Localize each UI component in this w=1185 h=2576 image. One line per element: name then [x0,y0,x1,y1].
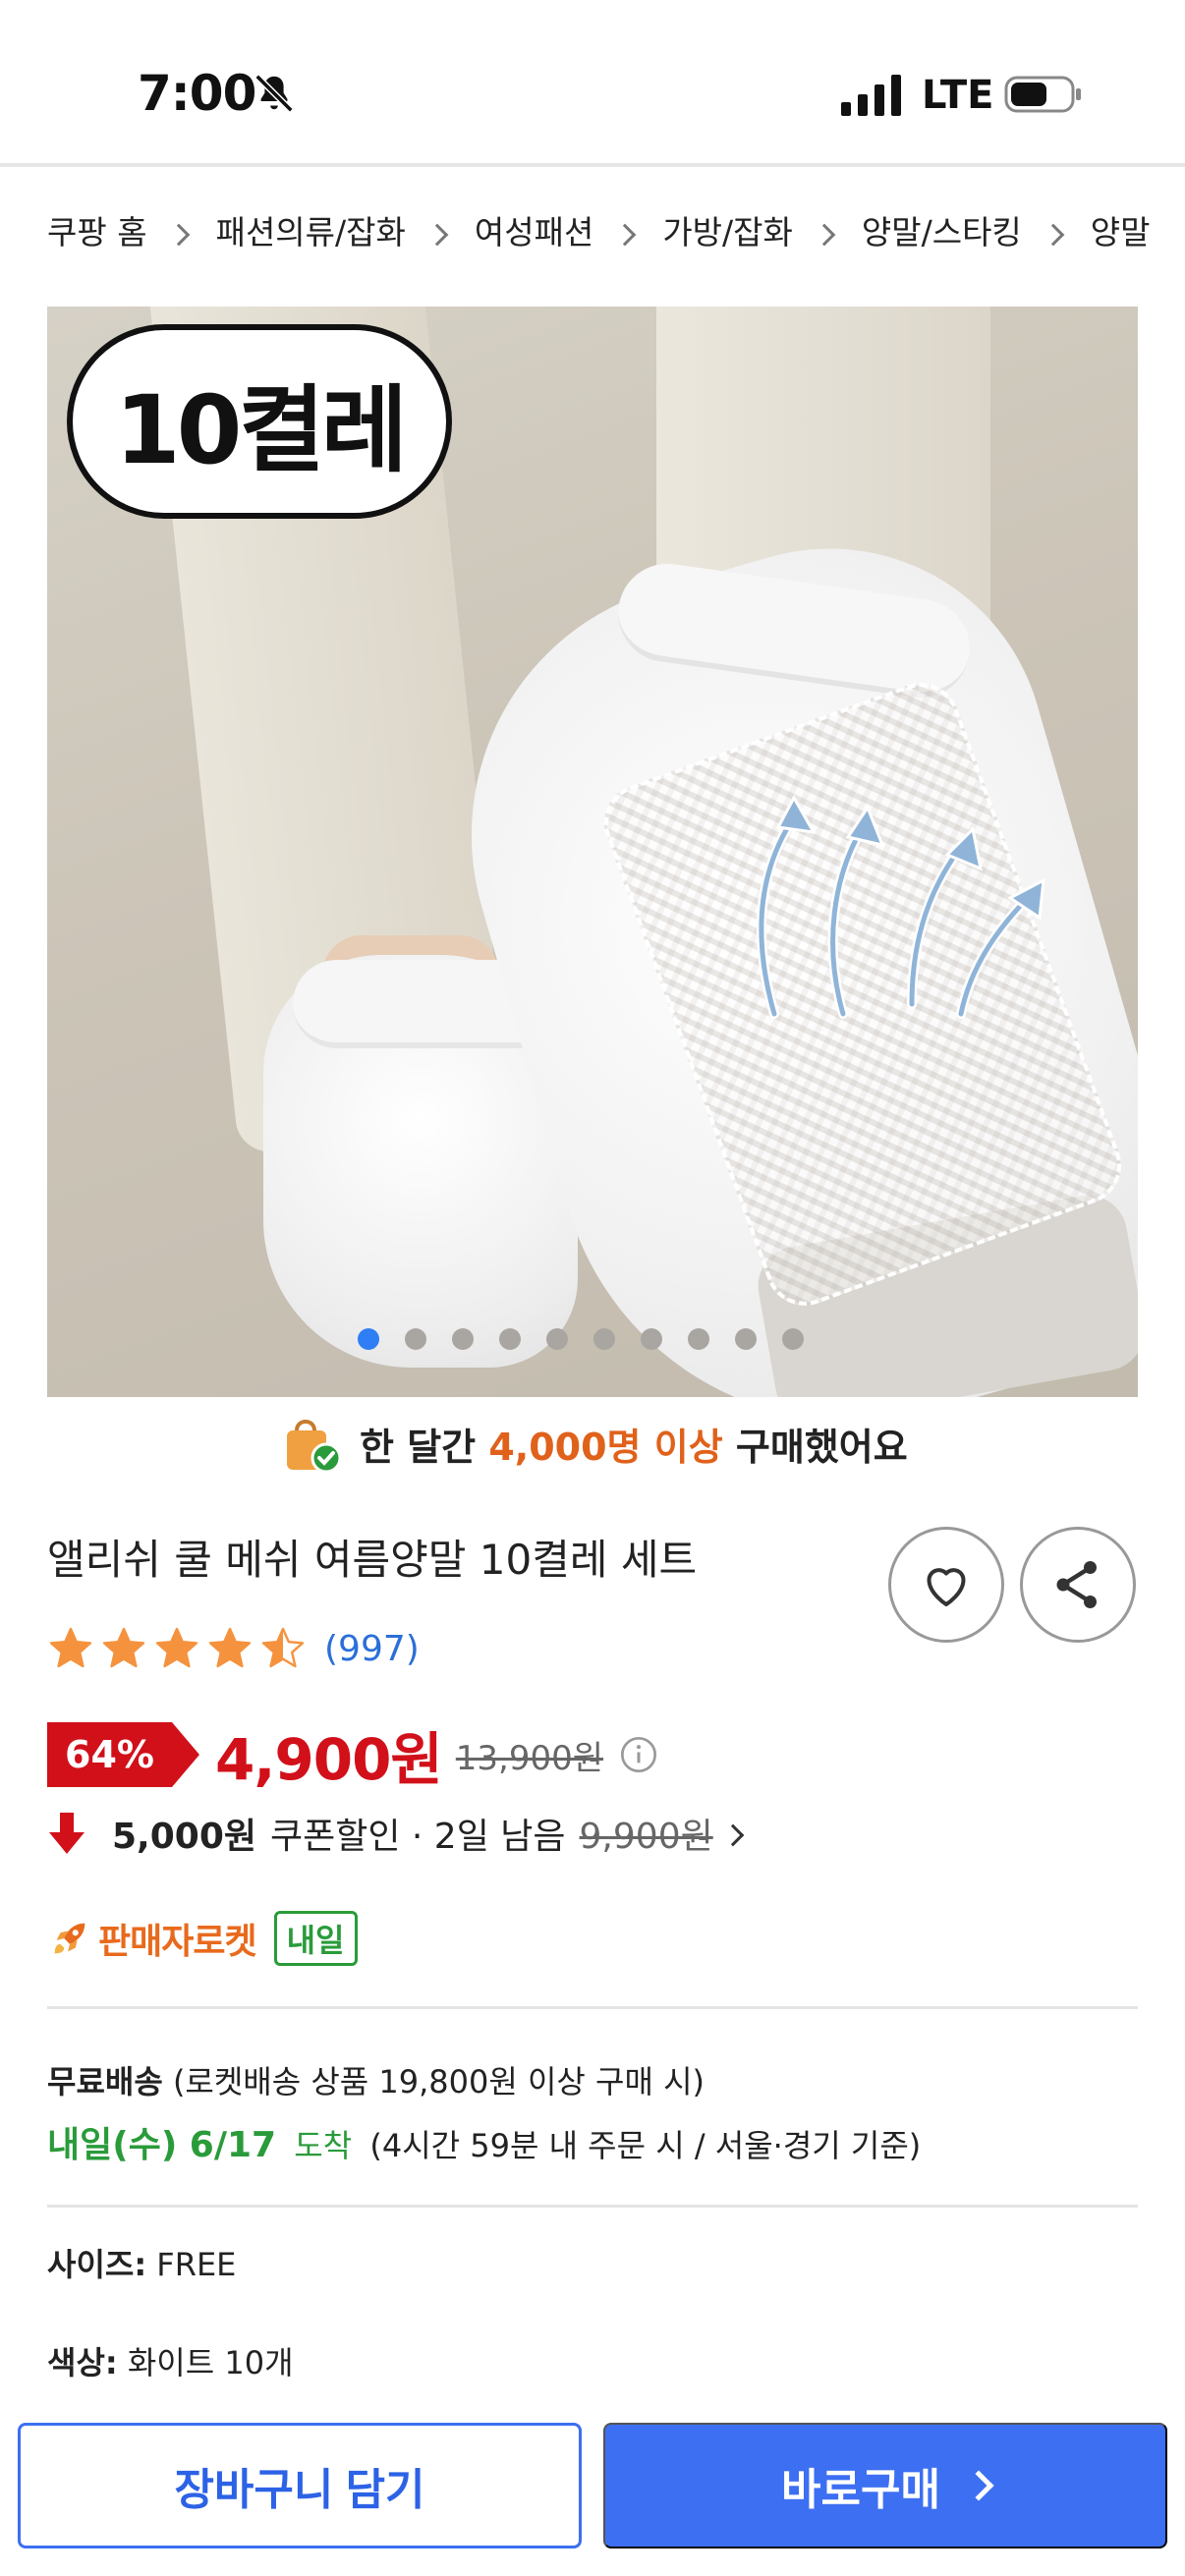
product-rating[interactable]: (997) [47,1619,420,1678]
product-title: 앨리쉬 쿨 메쉬 여름양말 10켤레 세트 [47,1536,698,1584]
gallery-dot[interactable] [641,1328,662,1350]
chevron-right-icon [425,223,449,247]
buy-now-button[interactable]: 바로구매 [603,2423,1167,2548]
coupon-amount: 5,000원 [112,1817,256,1857]
star-icon [102,1627,145,1668]
section-divider [47,2006,1138,2009]
gallery-dot[interactable] [358,1328,379,1350]
rocket-icon [54,1923,85,1954]
gallery-dot[interactable] [782,1328,804,1350]
chevron-right-icon [963,2470,994,2501]
gallery-dot[interactable] [405,1328,426,1350]
status-time: 7:00 [138,65,256,122]
breadcrumb: 쿠팡 홈 패션의류/잡화 여성패션 가방/잡화 양말/스타킹 양말 [47,202,1151,257]
size-option: 사이즈: FREE [47,2240,236,2285]
free-shipping-label: 무료배송 [47,2063,163,2100]
share-button[interactable] [1020,1527,1136,1643]
status-bar: 7:00 LTE [0,0,1185,163]
airflow-arrows-icon [756,794,1045,1019]
wishlist-button[interactable] [888,1527,1004,1643]
section-divider [47,2205,1138,2208]
coupon-price: 9,900원 [579,1817,713,1857]
delivery-condition: (4시간 59분 내 주문 시 / 서울·경기 기준) [369,2127,922,2164]
delivery-date: 내일(수) 6/17 [47,2125,277,2165]
gallery-dot[interactable] [546,1328,568,1350]
header-divider [0,163,1185,167]
star-icon [155,1627,198,1668]
purchase-count-banner: 한 달간 4,000명 이상 구매했어요 [281,1413,908,1474]
rating-stars [47,1625,312,1672]
discount-badge: 64% [47,1722,199,1787]
chevron-right-icon [167,223,190,247]
add-to-cart-label: 장바구니 담기 [174,2466,425,2514]
color-label: 색상: [47,2344,118,2381]
color-option: 색상: 화이트 10개 [47,2338,294,2383]
chevron-right-icon [1042,223,1065,247]
star-icon [208,1627,252,1668]
battery-icon [1004,76,1081,113]
size-value: FREE [156,2246,237,2283]
bottom-action-bar: 장바구니 담기 바로구매 [0,2401,1185,2576]
star-icon [261,1627,305,1668]
seller-rocket-label: 판매자로켓 [98,1922,257,1962]
gallery-pagination [47,1328,1138,1350]
purchase-count-suffix: 구매했어요 [735,1425,908,1469]
info-icon[interactable] [619,1735,658,1774]
purchase-count-highlight: 4,000명 이상 [488,1425,723,1469]
breadcrumb-item-socks-stockings[interactable]: 양말/스타킹 [862,206,1022,253]
breadcrumb-item-women[interactable]: 여성패션 [475,206,593,253]
share-icon [1056,1561,1097,1608]
buy-now-label: 바로구매 [781,2466,940,2514]
shopping-bag-check-icon [287,1420,342,1474]
free-shipping-condition: (로켓배송 상품 19,800원 이상 구매 시) [172,2063,705,2100]
add-to-cart-button[interactable]: 장바구니 담기 [18,2423,582,2548]
size-label: 사이즈: [47,2246,147,2283]
gallery-dot[interactable] [499,1328,521,1350]
breadcrumb-item-fashion[interactable]: 패션의류/잡화 [216,206,406,253]
product-image-gallery[interactable]: 10켤레 [47,307,1138,1397]
gallery-dot[interactable] [593,1328,615,1350]
price-row: 64% 4,900원 13,900원 [47,1715,658,1794]
heart-icon [927,1568,966,1606]
star-icon [49,1627,92,1668]
network-type: LTE [922,73,994,118]
chevron-right-icon [613,223,637,247]
delivery-date-info: 내일(수) 6/17 도착 (4시간 59분 내 주문 시 / 서울·경기 기준… [47,2116,921,2167]
chevron-right-icon [721,1823,745,1847]
breadcrumb-item-bags[interactable]: 가방/잡화 [662,206,793,253]
original-price: 13,900원 [455,1738,604,1778]
tomorrow-badge: 내일 [273,1911,358,1966]
breadcrumb-item-home[interactable]: 쿠팡 홈 [47,206,147,253]
color-value: 화이트 10개 [127,2344,294,2381]
shipping-fee-info: 무료배송 (로켓배송 상품 19,800원 이상 구매 시) [47,2057,705,2102]
gallery-dot[interactable] [688,1328,709,1350]
chevron-right-icon [813,223,836,247]
gallery-dot[interactable] [452,1328,474,1350]
delivery-arrive-label: 도착 [294,2127,353,2164]
price-down-arrow-icon [49,1813,85,1854]
coupon-discount-row[interactable]: 5,000원 쿠폰할인 · 2일 남음 9,900원 [47,1804,745,1863]
bell-off-icon [254,74,294,113]
breadcrumb-item-socks[interactable]: 양말 [1091,206,1151,253]
quantity-badge: 10켤레 [67,324,452,519]
signal-icon [841,75,901,116]
review-count[interactable]: (997) [324,1629,420,1669]
coupon-label: 쿠폰할인 · 2일 남음 [270,1817,566,1857]
delivery-badge-row: 판매자로켓 내일 [47,1908,358,1969]
purchase-count-prefix: 한 달간 [360,1425,477,1469]
sale-price: 4,900원 [214,1726,443,1793]
gallery-dot[interactable] [735,1328,757,1350]
